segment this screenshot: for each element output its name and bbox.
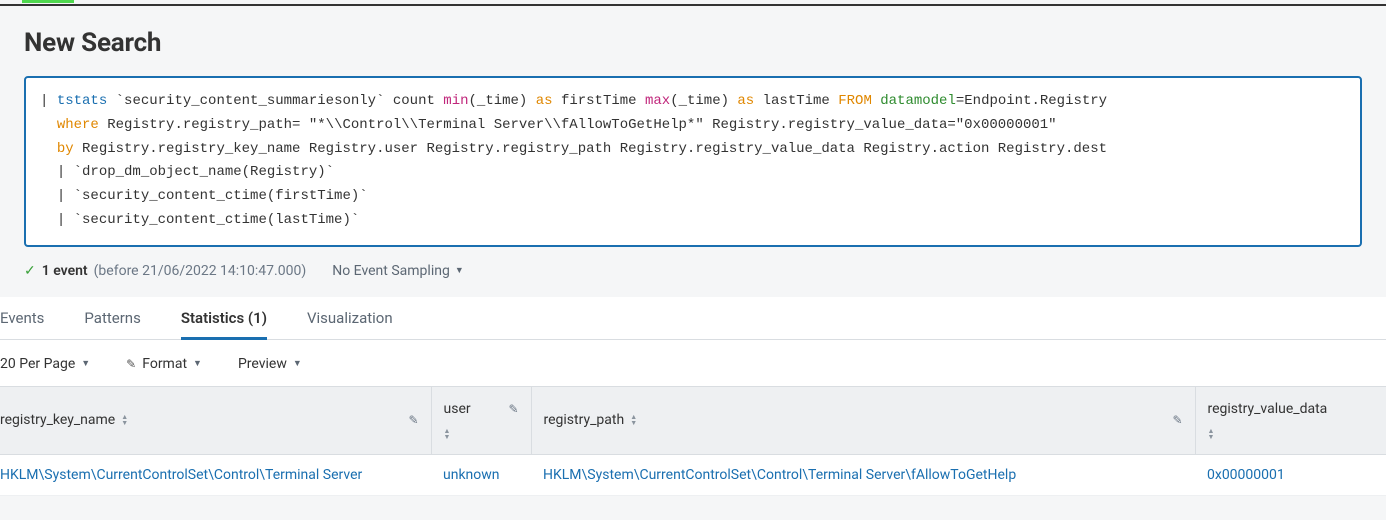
chevron-down-icon: ▼ <box>293 358 302 369</box>
tab-events[interactable]: Events <box>0 297 44 339</box>
cell-registry-key-name[interactable]: HKLM\System\CurrentControlSet\Control\Te… <box>0 467 419 483</box>
table-controls: 20 Per Page ▼ ✎ Format ▼ Preview ▼ <box>0 340 1386 386</box>
column-header-user[interactable]: user ✎ ▲▼ <box>431 386 531 454</box>
sort-icon[interactable]: ▲▼ <box>1208 428 1215 440</box>
tabs: Events Patterns Statistics (1) Visualiza… <box>0 297 1386 340</box>
sampling-dropdown[interactable]: No Event Sampling ▼ <box>332 263 464 279</box>
sort-icon[interactable]: ▲▼ <box>630 414 637 426</box>
check-icon: ✓ <box>24 263 36 279</box>
query-macro: `security_content_summariesonly` count <box>107 93 443 109</box>
event-count[interactable]: ✓ 1 event (before 21/06/2022 14:10:47.00… <box>24 263 306 279</box>
query-pipe: | <box>40 93 57 109</box>
pencil-icon: ✎ <box>126 357 136 371</box>
preview-dropdown[interactable]: Preview ▼ <box>238 356 302 372</box>
chevron-down-icon: ▼ <box>455 265 464 276</box>
sort-icon[interactable]: ▲▼ <box>121 414 128 426</box>
tab-statistics[interactable]: Statistics (1) <box>181 297 267 339</box>
cell-registry-value-data[interactable]: 0x00000001 <box>1207 467 1386 483</box>
chevron-down-icon: ▼ <box>81 358 90 369</box>
query-cmd: tstats <box>57 93 107 109</box>
format-dropdown[interactable]: ✎ Format ▼ <box>126 356 202 372</box>
cell-user[interactable]: unknown <box>443 467 519 483</box>
page-title: New Search <box>24 28 1362 58</box>
tab-visualization[interactable]: Visualization <box>307 297 393 339</box>
pencil-icon[interactable]: ✎ <box>1172 413 1182 427</box>
column-header-registry-path[interactable]: registry_path ▲▼ ✎ <box>531 386 1195 454</box>
search-input[interactable]: | tstats `security_content_summariesonly… <box>24 76 1362 247</box>
status-row: ✓ 1 event (before 21/06/2022 14:10:47.00… <box>24 247 1362 297</box>
column-header-registry-key-name[interactable]: registry_key_name ▲▼ ✎ <box>0 386 431 454</box>
query-max: max <box>645 93 670 109</box>
table-row: HKLM\System\CurrentControlSet\Control\Te… <box>0 454 1386 495</box>
tab-patterns[interactable]: Patterns <box>84 297 140 339</box>
top-accent <box>22 0 74 3</box>
cell-registry-path[interactable]: HKLM\System\CurrentControlSet\Control\Te… <box>543 467 1083 483</box>
sort-icon[interactable]: ▲▼ <box>444 428 451 440</box>
pencil-icon[interactable]: ✎ <box>508 402 518 416</box>
column-header-registry-value-data[interactable]: registry_value_data ✎ ▲▼ <box>1195 386 1386 454</box>
per-page-dropdown[interactable]: 20 Per Page ▼ <box>0 356 90 372</box>
chevron-down-icon: ▼ <box>193 358 202 369</box>
pencil-icon[interactable]: ✎ <box>408 413 418 427</box>
query-min: min <box>443 93 468 109</box>
top-border <box>0 0 1386 6</box>
results-table: registry_key_name ▲▼ ✎ user ✎ ▲▼ <box>0 386 1386 496</box>
